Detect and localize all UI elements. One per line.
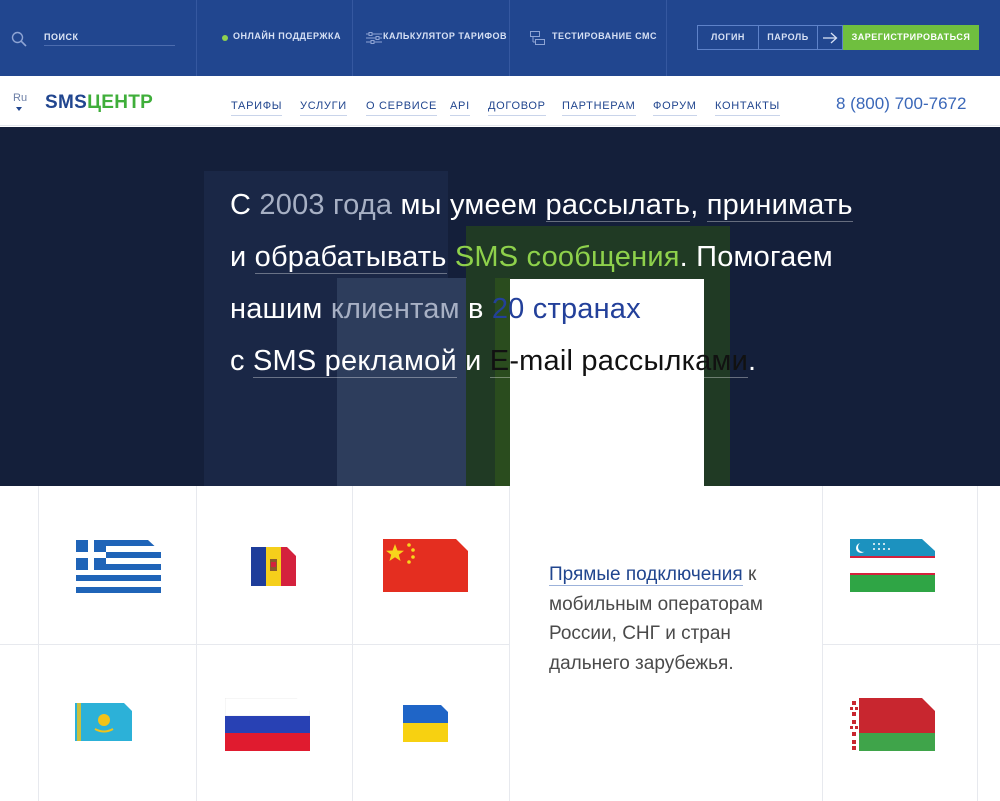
logo-centr: ЦЕНТР [87, 92, 154, 113]
nav-contract[interactable]: ДОГОВОР [488, 100, 546, 116]
hero-text: . [748, 345, 757, 377]
ukraine-flag [403, 705, 448, 742]
nav-services[interactable]: УСЛУГИ [300, 100, 347, 116]
top-bar: ПОИСК ОНЛАЙН ПОДДЕРЖКА КАЛЬКУЛЯТОР ТАРИФ… [0, 0, 1000, 76]
hero-text-highlight: SMS сообщения [454, 241, 680, 273]
hero-text: мы умеем [392, 189, 546, 221]
login-form: ЛОГИН ПАРОЛЬ ЗАРЕГИСТРИРОВАТЬСЯ [697, 25, 979, 50]
logo-sms: SMS [45, 92, 88, 113]
login-input[interactable]: ЛОГИН [697, 25, 759, 50]
hero-banner: С 2003 года мы умеем рассылать, принимат… [0, 127, 1000, 486]
chevron-down-icon[interactable] [16, 107, 22, 111]
main-navbar: Ru SMSЦЕНТР ТАРИФЫ УСЛУГИ О СЕРВИСЕ API … [0, 76, 1000, 126]
hero-text-underlined: рассылать [545, 189, 691, 222]
hero-text-highlight: 2003 года [259, 189, 393, 221]
direct-connections-text: Прямые подключения к мобильным оператора… [549, 560, 809, 678]
phone-number[interactable]: 8 (800) 700-7672 [836, 94, 966, 114]
search-icon[interactable] [11, 31, 27, 47]
divider [196, 0, 197, 76]
hero-text: . Помогаем [679, 241, 833, 273]
nav-partners[interactable]: ПАРТНЕРАМ [562, 100, 636, 116]
russia-flag [225, 698, 310, 751]
online-status-dot [222, 35, 228, 41]
sms-test-icon [530, 31, 545, 45]
logo[interactable]: SMSЦЕНТР [45, 92, 153, 114]
grid-line [509, 486, 510, 801]
grid-line [822, 644, 1000, 645]
nav-api[interactable]: API [450, 100, 470, 116]
uzbekistan-flag [850, 539, 935, 592]
hero-text-underlined: обрабатывать [254, 241, 447, 274]
divider [509, 0, 510, 76]
china-flag [383, 539, 468, 592]
hero-text-underlined: SMS рекламой [252, 345, 457, 378]
hero-text [447, 241, 455, 273]
grid-line [0, 644, 509, 645]
greece-flag [76, 540, 161, 593]
hero-text: и [456, 345, 490, 377]
nav-contacts[interactable]: КОНТАКТЫ [715, 100, 780, 116]
hero-text: и [230, 241, 255, 273]
register-button[interactable]: ЗАРЕГИСТРИРОВАТЬСЯ [843, 25, 979, 50]
nav-forum[interactable]: ФОРУМ [653, 100, 697, 116]
moldova-flag [251, 547, 296, 586]
login-submit-button[interactable] [817, 25, 843, 50]
direct-connections-link[interactable]: Прямые подключения [549, 564, 743, 586]
tariff-calculator-link[interactable]: КАЛЬКУЛЯТОР ТАРИФОВ [383, 31, 507, 41]
sliders-icon [366, 32, 382, 44]
hero-text: , [690, 189, 707, 221]
arrow-right-icon [823, 32, 838, 44]
countries-grid: Прямые подключения к мобильным оператора… [0, 486, 1000, 801]
hero-text-highlight: 20 странах [491, 293, 641, 325]
hero-text: с [230, 345, 253, 377]
hero-text-underlined: рассылками [581, 345, 749, 378]
kazakhstan-flag [75, 703, 132, 741]
online-support-link[interactable]: ОНЛАЙН ПОДДЕРЖКА [233, 31, 341, 41]
hero-text-underlined: принимать [706, 189, 853, 222]
hero-text-highlight: клиентам [330, 293, 460, 325]
hero-text: С [230, 189, 260, 221]
hero-headline: С 2003 года мы умеем рассылать, принимат… [230, 179, 950, 387]
language-selector[interactable]: Ru [13, 92, 27, 104]
divider [352, 0, 353, 76]
sms-testing-link[interactable]: ТЕСТИРОВАНИЕ СМС [552, 31, 657, 41]
belarus-flag [849, 698, 935, 751]
password-input[interactable]: ПАРОЛЬ [758, 25, 818, 50]
hero-text: в [459, 293, 492, 325]
nav-about[interactable]: О СЕРВИСЕ [366, 100, 438, 116]
hero-text-underlined: E-mail [489, 345, 574, 378]
nav-tariffs[interactable]: ТАРИФЫ [231, 100, 283, 116]
search-input[interactable]: ПОИСК [44, 30, 175, 46]
hero-text: нашим [230, 293, 331, 325]
divider [666, 0, 667, 76]
